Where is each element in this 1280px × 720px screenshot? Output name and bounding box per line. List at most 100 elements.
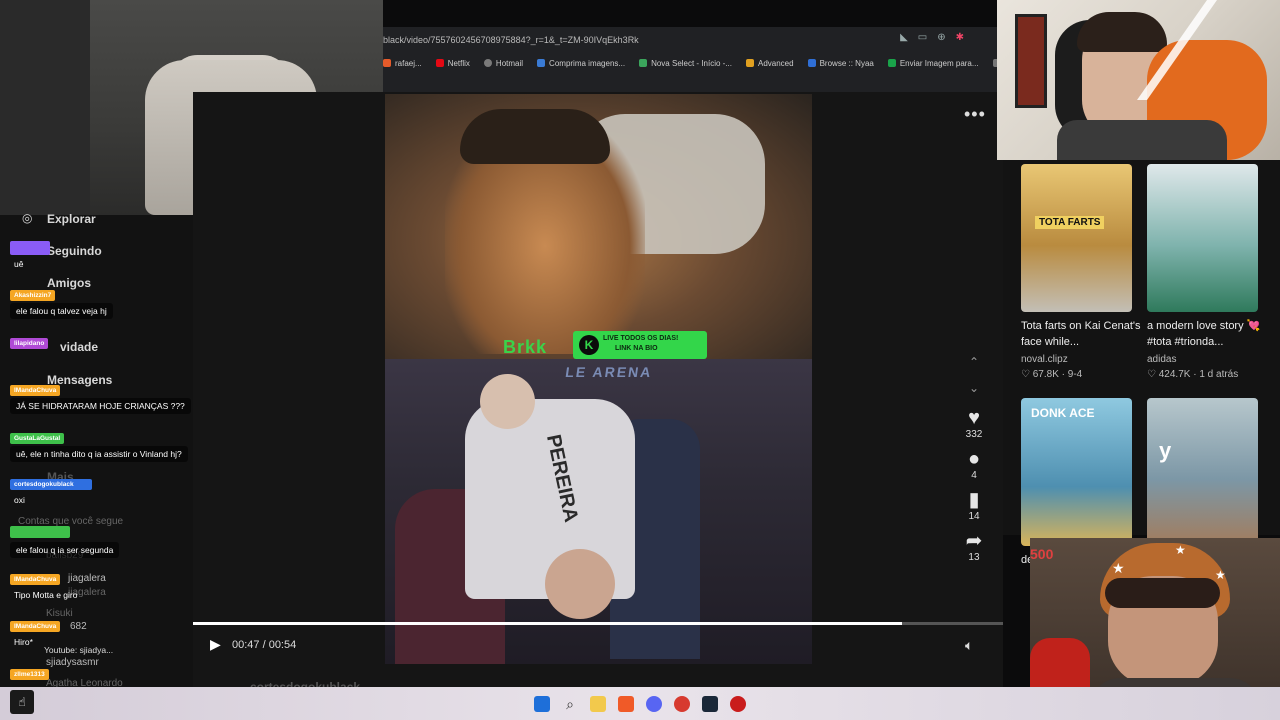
kick-icon: K: [579, 335, 599, 355]
bookmarks-bar: rafaej... Netflix Hotmail Comprima image…: [383, 54, 997, 72]
chat-username: GustaLaGustal: [10, 433, 65, 444]
bookmark-item[interactable]: Comprima imagens...: [537, 59, 625, 68]
comment-button[interactable]: ● 4: [968, 448, 980, 481]
following-account[interactable]: 682: [70, 621, 87, 632]
play-icon[interactable]: ▶: [210, 636, 221, 653]
recommendation-title[interactable]: a modern love story 💘 #tota #trionda...: [1147, 318, 1267, 350]
chat-text: Hiro*: [14, 637, 33, 647]
share-icon: ➦: [965, 530, 983, 552]
chat-message: Akashizzin7 ele falou q talvez veja hj: [10, 289, 113, 319]
recommendation-thumbnail[interactable]: DONK ACE: [1021, 398, 1132, 546]
bookmark-item[interactable]: Nova Select - Início -...: [639, 59, 732, 68]
volume-icon[interactable]: 🔈︎: [965, 637, 973, 654]
hand-cursor-icon: ☝: [10, 690, 34, 714]
live-badge: K LIVE TODOS OS DIAS! LINK NA BIO: [573, 331, 707, 359]
search-icon[interactable]: ⌕: [562, 696, 578, 712]
bookmark-favicon-icon: [537, 59, 546, 67]
chat-message: IMandaChuva JÁ SE HIDRATARAM HOJE CRIANÇ…: [10, 384, 191, 414]
app-icon[interactable]: [674, 695, 690, 712]
bookmark-item[interactable]: Enviar Imagem para...: [887, 59, 979, 68]
more-options-icon[interactable]: •••: [964, 104, 986, 125]
chat-username: zllme1313: [10, 669, 49, 680]
bookmark-favicon-icon: [746, 59, 754, 67]
recommendation-stats: ♡ 424.7K · 1 d atrás: [1147, 369, 1238, 380]
discord-icon[interactable]: [646, 695, 662, 712]
recommendation-thumbnail[interactable]: [1147, 164, 1258, 312]
nav-explore-icon[interactable]: ◎: [22, 211, 32, 225]
screen-icon[interactable]: ▭: [918, 32, 927, 43]
start-icon[interactable]: [534, 695, 550, 712]
recommendation-title[interactable]: Tota farts on Kai Cenat's face while...: [1021, 318, 1141, 350]
next-video-icon[interactable]: ⌄: [969, 381, 979, 395]
time-display: 00:47 / 00:54: [232, 639, 297, 651]
chat-username: lilapidano: [10, 338, 49, 349]
chat-username: IMandaChuva: [10, 621, 61, 632]
recommendations-panel: TOTA FARTS Tota farts on Kai Cenat's fac…: [1003, 160, 1280, 566]
star-icon: ★: [1215, 568, 1226, 582]
nav-friends[interactable]: Amigos: [47, 276, 91, 290]
recorder-icon[interactable]: [730, 695, 746, 712]
bookmark-item[interactable]: Browse :: Nyaa: [807, 59, 874, 68]
following-account[interactable]: Kisuki: [46, 608, 73, 619]
recommendation-author[interactable]: noval.clipz: [1021, 354, 1068, 365]
following-account[interactable]: sjiadysasmr: [46, 657, 99, 668]
video-fight-scene: LE ARENA PEREIRA: [385, 359, 812, 664]
like-button[interactable]: ♥ 332: [966, 407, 983, 440]
save-count: 14: [968, 511, 980, 522]
bookmark-item[interactable]: rafaej...: [383, 59, 422, 68]
bookmark-favicon-icon: [639, 59, 648, 67]
bookmark-item[interactable]: Hotmail: [483, 59, 523, 68]
comment-icon: ●: [967, 448, 981, 470]
chat-message: IMandaChuva Tipo Motta e giro: [10, 573, 81, 603]
zoom-icon[interactable]: ⊕: [937, 32, 945, 43]
overlay-cam-number: 500: [1030, 546, 1054, 562]
thumbnail-text: y: [1159, 438, 1172, 463]
bookmark-favicon-icon: [383, 59, 391, 67]
video-frame[interactable]: Brkk K LIVE TODOS OS DIAS! LINK NA BIO L…: [385, 94, 812, 664]
progress-bar-fill: [193, 622, 902, 625]
bookmark-item[interactable]: Advanced: [746, 59, 794, 68]
bookmark-favicon-icon: [807, 59, 816, 67]
live-badge-line2: LINK NA BIO: [615, 345, 658, 352]
chat-username: IMandaChuva: [10, 385, 61, 396]
chat-username: IMandaChuva: [10, 574, 61, 585]
chat-message: ele falou q ia ser segunda: [10, 526, 120, 558]
recommendation-thumbnail[interactable]: y: [1147, 398, 1258, 546]
video-brand-text: Brkk: [503, 337, 548, 357]
live-badge-line1: LIVE TODOS OS DIAS!: [603, 335, 679, 342]
thumbnail-text: TOTA FARTS: [1035, 216, 1105, 229]
streamer-webcam-top: [997, 0, 1280, 160]
chat-text: ele falou q talvez veja hj: [10, 303, 113, 319]
bookmark-item[interactable]: Netflix: [435, 59, 470, 68]
recommendation-stats: ♡ 67.8K · 9-4: [1021, 369, 1082, 380]
hotmail-icon: [483, 59, 492, 67]
extension-icon[interactable]: ✱: [956, 32, 964, 43]
action-bar: ⌃ ⌄ ♥ 332 ● 4 ▮ 14 ➦ 13: [958, 355, 990, 571]
recommendation-thumbnail[interactable]: TOTA FARTS: [1021, 164, 1132, 312]
chat-text: uê: [14, 259, 24, 269]
recommendation-author[interactable]: adidas: [1147, 354, 1176, 365]
video-top-camera: [385, 94, 812, 359]
steam-icon[interactable]: [702, 695, 718, 712]
reader-icon[interactable]: ◣: [900, 32, 908, 43]
file-explorer-icon[interactable]: [590, 695, 606, 712]
chat-text: ele falou q ia ser segunda: [10, 542, 120, 558]
share-button[interactable]: ➦ 13: [966, 530, 983, 563]
brave-icon[interactable]: [618, 695, 634, 712]
heart-icon: ♥: [968, 407, 980, 429]
address-bar[interactable]: black/video/7557602456708975884?_r=1&_t=…: [383, 30, 966, 50]
previous-video-icon[interactable]: ⌃: [969, 355, 979, 369]
chat-text: uê, ele n tinha dito q ia assistir o Vin…: [10, 446, 188, 462]
chat-text: Youtube: sjiadya...: [44, 645, 114, 655]
nav-activity[interactable]: vidade: [60, 340, 98, 354]
recommendation-meta: 67.8K · 9-4: [1032, 369, 1083, 380]
bookmark-favicon-icon: [887, 59, 896, 67]
chat-username: Akashizzin7: [10, 290, 56, 301]
save-button[interactable]: ▮ 14: [968, 489, 979, 522]
nav-explore[interactable]: Explorar: [47, 212, 96, 226]
recommendation-meta: 424.7K · 1 d atrás: [1158, 369, 1239, 380]
heart-icon: ♡: [1147, 369, 1159, 380]
chat-message: lilapidano: [10, 337, 49, 349]
nav-following[interactable]: Seguindo: [47, 244, 102, 258]
comment-count: 4: [971, 470, 977, 481]
